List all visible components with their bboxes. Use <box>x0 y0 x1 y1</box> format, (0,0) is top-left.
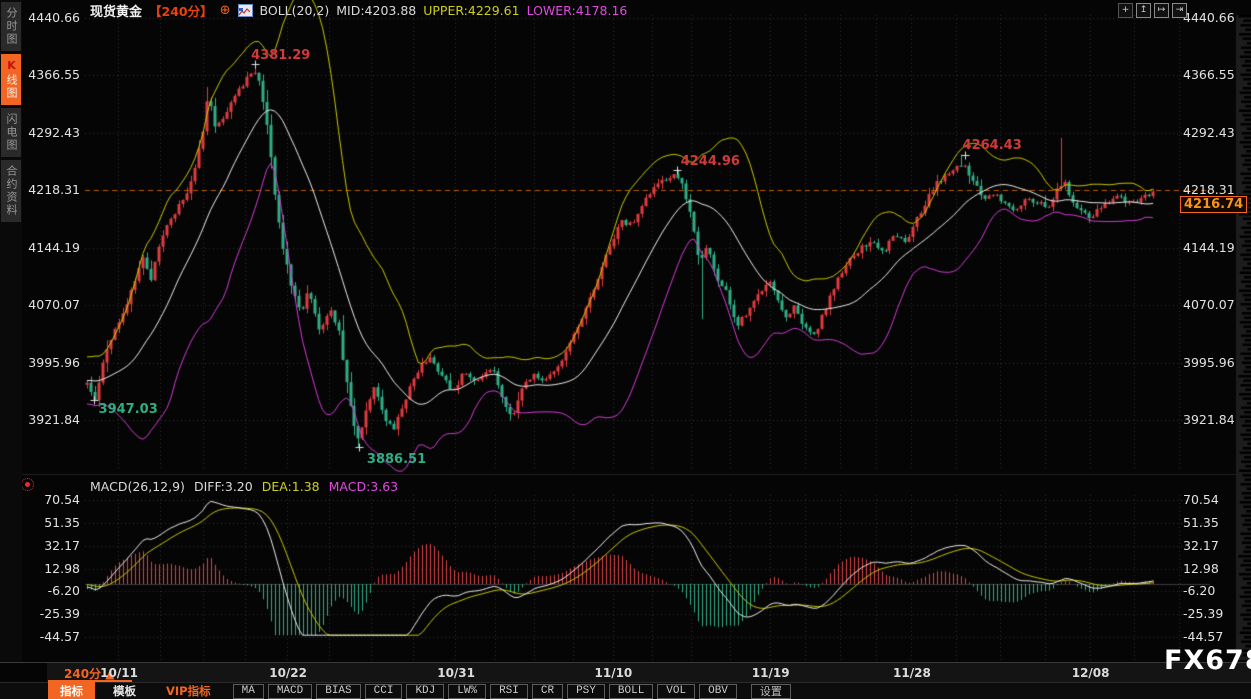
y-axis-label: 4292.43 <box>20 125 80 140</box>
y-axis-label: 4070.07 <box>20 297 80 312</box>
y-axis-label: 51.35 <box>1183 515 1243 530</box>
toolbar-button-LW%[interactable]: LW% <box>448 684 486 699</box>
fx678-watermark: FX678 <box>1164 645 1251 676</box>
axis-corner <box>0 663 47 683</box>
trading-app-window: 分时图 K线图闪电图合约资料 现货黄金 【240分】 ⊕ BOLL(20,2) M… <box>0 0 1251 699</box>
y-axis-label: 4144.19 <box>1183 240 1243 255</box>
x-axis-date-label: 10/31 <box>437 666 475 680</box>
toolbar-button-RSI[interactable]: RSI <box>490 684 528 699</box>
indicator-toolbar: 指标模板 VIP指标 MA MACD BIAS CCIKDJ LW% RSI CR PSY BOLL… <box>0 682 1251 699</box>
toolbar-button-模板[interactable]: 模板 <box>103 682 146 699</box>
y-axis-label: 3995.96 <box>20 355 80 370</box>
y-axis-label: 4366.55 <box>1183 67 1243 82</box>
y-axis-label: 3921.84 <box>20 412 80 427</box>
boll-mid-value: MID:4203.88 <box>336 3 416 18</box>
y-axis-label: 3921.84 <box>1183 412 1243 427</box>
chart-header: 现货黄金 【240分】 ⊕ BOLL(20,2) MID:4203.88 UPP… <box>90 2 627 19</box>
price-annotation: 4264.43 <box>963 138 1022 153</box>
date-axis-row: 240分 ▲ 10/1110/2210/3111/1011/1911/2812/… <box>0 662 1251 683</box>
x-axis-date-label: 12/08 <box>1072 666 1110 680</box>
toolbar-button-指标[interactable]: 指标 <box>48 682 95 699</box>
shift-right-icon[interactable]: ⇥ <box>1172 3 1187 18</box>
toolbar-button-VOL[interactable]: VOL <box>657 684 695 699</box>
price-annotation: 3886.51 <box>367 452 426 467</box>
y-axis-label: 4440.66 <box>1183 10 1243 25</box>
price-annotation: 3947.03 <box>99 402 158 417</box>
toolbar-button-OBV[interactable]: OBV <box>699 684 737 699</box>
toolbar-button-VIP指标[interactable]: VIP指标 <box>156 682 221 699</box>
price-annotation: 4381.29 <box>251 48 310 63</box>
y-axis-label: -44.57 <box>1183 629 1243 644</box>
y-axis-label: 3995.96 <box>1183 355 1243 370</box>
toolbar-button-PSY[interactable]: PSY <box>567 684 605 699</box>
y-axis-label: 4070.07 <box>1183 297 1243 312</box>
chart-toolbar-icons: +↥↦⇥ <box>1118 3 1187 18</box>
x-axis-date-label: 11/28 <box>893 666 931 680</box>
y-axis-label: 32.17 <box>1183 538 1243 553</box>
x-axis-date-label: 10/11 <box>100 666 138 680</box>
y-axis-label: 32.17 <box>20 538 80 553</box>
y-axis-label: -25.39 <box>1183 606 1243 621</box>
sidebar-tab-闪电图[interactable]: 闪电图 <box>1 108 21 157</box>
chart-type-sidebar: 分时图 K线图闪电图合约资料 <box>0 0 22 662</box>
toolbar-button-BIAS[interactable]: BIAS <box>316 684 360 699</box>
boll-lower-value: LOWER:4178.16 <box>527 3 628 18</box>
macd-macd-value: MACD:3.63 <box>329 479 399 494</box>
x-scale-icon[interactable]: ↦ <box>1154 3 1169 18</box>
toolbar-button-CCI[interactable]: CCI <box>365 684 403 699</box>
toolbar-button-KDJ[interactable]: KDJ <box>406 684 444 699</box>
indicator-alert-icon[interactable] <box>21 478 34 491</box>
y-axis-label: 51.35 <box>20 515 80 530</box>
y-axis-label: 70.54 <box>20 492 80 507</box>
y-axis-label: 4366.55 <box>20 67 80 82</box>
y-axis-label: 4292.43 <box>1183 125 1243 140</box>
y-axis-label: -25.39 <box>20 606 80 621</box>
x-axis-date-label: 11/10 <box>595 666 633 680</box>
instrument-title: 现货黄金 <box>90 1 142 20</box>
y-axis-label: 70.54 <box>1183 492 1243 507</box>
crosshair-icon[interactable]: + <box>1118 3 1133 18</box>
current-price-badge: 4216.74 <box>1180 196 1247 213</box>
y-axis-label: 4440.66 <box>20 10 80 25</box>
y-axis-label: 4144.19 <box>20 240 80 255</box>
price-annotation: 4244.96 <box>681 154 740 169</box>
candlestick-chart-canvas[interactable] <box>0 0 1251 699</box>
y-axis-label: -6.20 <box>20 583 80 598</box>
macd-params-label: MACD(26,12,9) <box>90 479 185 494</box>
add-indicator-icon[interactable]: ⊕ <box>220 4 231 17</box>
boll-upper-value: UPPER:4229.61 <box>423 3 519 18</box>
x-axis-date-label: 10/22 <box>269 666 307 680</box>
toolbar-button-设置[interactable]: 设置 <box>751 684 791 699</box>
y-axis-label: 12.98 <box>1183 561 1243 576</box>
y-axis-label: -6.20 <box>1183 583 1243 598</box>
x-axis-date-label: 11/19 <box>752 666 790 680</box>
sidebar-tab-合约资料[interactable]: 合约资料 <box>1 160 21 222</box>
toolbar-button-CR[interactable]: CR <box>532 684 563 699</box>
timeframe-label[interactable]: 【240分】 <box>149 1 213 20</box>
toolbar-button-MACD[interactable]: MACD <box>268 684 312 699</box>
macd-diff-value: DIFF:3.20 <box>194 479 253 494</box>
sidebar-tab-K线图[interactable]: K线图 <box>1 54 21 105</box>
sidebar-tab-分时图[interactable]: 分时图 <box>1 2 21 51</box>
boll-params-label: BOLL(20,2) <box>260 3 330 18</box>
macd-dea-value: DEA:1.38 <box>262 479 320 494</box>
y-scale-icon[interactable]: ↥ <box>1136 3 1151 18</box>
macd-header: MACD(26,12,9) DIFF:3.20 DEA:1.38 MACD:3.… <box>90 479 398 494</box>
toolbar-button-BOLL[interactable]: BOLL <box>609 684 653 699</box>
y-axis-label: 12.98 <box>20 561 80 576</box>
mini-chart-icon[interactable] <box>238 4 253 17</box>
y-axis-label: 4218.31 <box>20 182 80 197</box>
y-axis-label: -44.57 <box>20 629 80 644</box>
toolbar-button-MA[interactable]: MA <box>233 684 264 699</box>
